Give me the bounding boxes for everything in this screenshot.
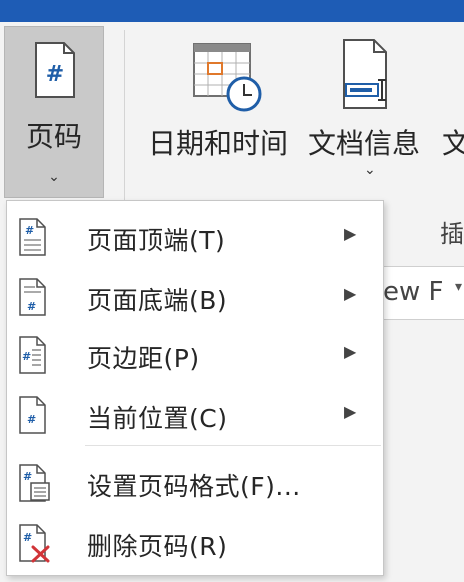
calendar-clock-icon (192, 38, 262, 116)
menu-item-remove-page-numbers[interactable]: # 删除页码(R) (7, 515, 383, 571)
page-number-label: 页码 (25, 120, 82, 153)
page-top-icon: # (17, 217, 51, 257)
page-number-icon: # (34, 41, 76, 103)
format-page-number-icon: # (17, 463, 51, 503)
svg-text:#: # (25, 224, 34, 237)
page-number-button[interactable]: # 页码 ⌄ (4, 26, 104, 198)
current-position-icon: # (17, 395, 51, 435)
ribbon-group-label: 插 (440, 220, 464, 248)
dropdown-arrow-icon: ▾ (455, 279, 463, 295)
menu-item-label: 设置页码格式(F)... (87, 472, 301, 501)
page-number-menu: # 页面顶端(T) ▶ # 页面底端(B) ▶ # 页边距(P) ▶ # 当前位… (6, 200, 384, 576)
submenu-arrow-icon: ▶ (344, 284, 357, 303)
chevron-down-icon: ⌄ (48, 169, 60, 185)
menu-item-current-position[interactable]: # 当前位置(C) ▶ (7, 387, 383, 443)
svg-text:#: # (23, 470, 32, 483)
document-info-button[interactable]: 文档信息 ⌄ (308, 38, 436, 188)
chevron-down-icon: ⌄ (364, 162, 376, 178)
svg-text:#: # (23, 531, 32, 544)
menu-item-bottom-of-page[interactable]: # 页面底端(B) ▶ (7, 269, 383, 325)
menu-item-label: 页面顶端(T) (87, 226, 226, 255)
menu-item-label: 删除页码(R) (87, 532, 228, 561)
remove-page-number-icon: # (17, 523, 51, 563)
svg-text:#: # (27, 300, 36, 313)
style-selector-value: ew F (383, 277, 444, 307)
partial-ribbon-button[interactable]: 文 (442, 122, 464, 162)
menu-item-label: 页面底端(B) (87, 286, 228, 315)
menu-item-page-margins[interactable]: # 页边距(P) ▶ (7, 327, 383, 383)
menu-item-top-of-page[interactable]: # 页面顶端(T) ▶ (7, 209, 383, 265)
submenu-arrow-icon: ▶ (344, 224, 357, 243)
svg-text:#: # (22, 350, 31, 363)
title-bar-strip (0, 0, 464, 22)
date-time-button[interactable]: 日期和时间 (148, 38, 302, 168)
page-margin-icon: # (17, 335, 51, 375)
menu-item-label: 页边距(P) (87, 344, 200, 373)
style-selector[interactable]: ew F ▾ (378, 266, 464, 320)
submenu-arrow-icon: ▶ (344, 402, 357, 421)
menu-separator (85, 445, 381, 446)
group-divider (124, 30, 125, 200)
submenu-arrow-icon: ▶ (344, 342, 357, 361)
document-info-icon (342, 38, 394, 114)
menu-item-label: 当前位置(C) (87, 404, 228, 433)
page-bottom-icon: # (17, 277, 51, 317)
menu-item-format-page-numbers[interactable]: # 设置页码格式(F)... (7, 455, 383, 511)
document-info-label: 文档信息 (308, 127, 421, 160)
date-time-label: 日期和时间 (148, 127, 289, 160)
svg-text:#: # (46, 62, 64, 87)
svg-text:#: # (27, 413, 36, 426)
